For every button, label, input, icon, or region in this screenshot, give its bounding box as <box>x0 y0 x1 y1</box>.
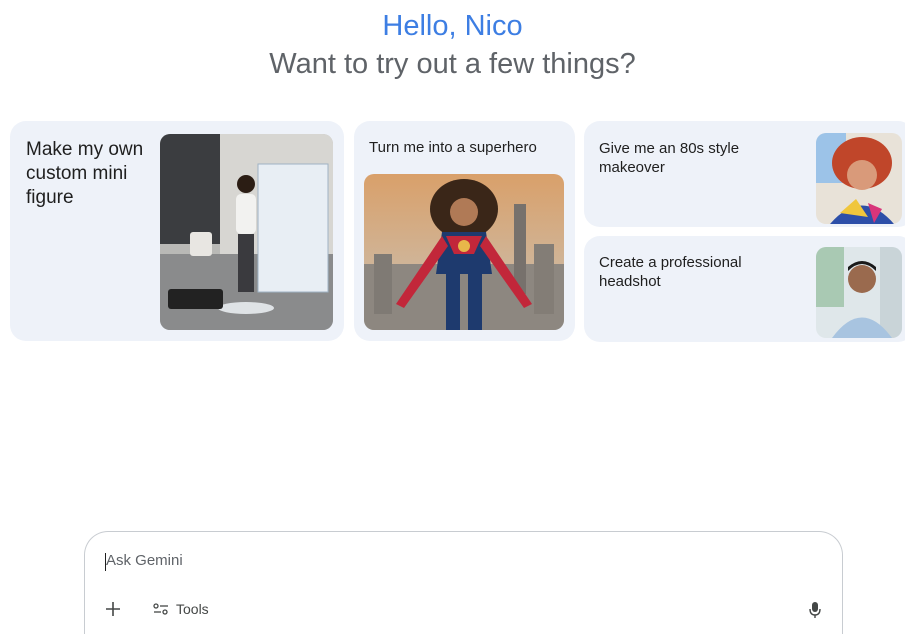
plus-icon[interactable] <box>104 600 122 618</box>
tools-sliders-icon <box>152 602 170 616</box>
prompt-input-box[interactable] <box>84 531 843 634</box>
suggestion-card-label: Create a professional headshot <box>599 254 742 290</box>
suggestion-card-80s-makeover[interactable]: Give me an 80s style makeover <box>584 121 905 227</box>
superhero-image <box>364 174 564 330</box>
microphone-icon[interactable] <box>808 601 822 619</box>
greeting-subtitle: Want to try out a few things? <box>269 48 636 80</box>
greeting-hello: Hello, Nico <box>382 10 523 42</box>
tools-label: Tools <box>176 601 209 617</box>
tools-button[interactable]: Tools <box>152 601 209 617</box>
suggestion-card-label: Give me an 80s style makeover <box>599 140 740 176</box>
prompt-input-placeholder[interactable]: Ask Gemini <box>106 552 183 569</box>
suggestion-card-label: Turn me into a superhero <box>369 139 537 156</box>
suggestion-card-mini-figure[interactable]: Make my own custom mini figure <box>10 121 344 341</box>
80s-makeover-image <box>816 133 902 224</box>
suggestion-card-superhero[interactable]: Turn me into a superhero <box>354 121 575 341</box>
suggestion-card-headshot[interactable]: Create a professional headshot <box>584 236 905 342</box>
suggestion-card-label: Make my own custom mini figure <box>26 139 144 208</box>
headshot-image <box>816 247 902 338</box>
mini-figure-image <box>160 134 333 330</box>
